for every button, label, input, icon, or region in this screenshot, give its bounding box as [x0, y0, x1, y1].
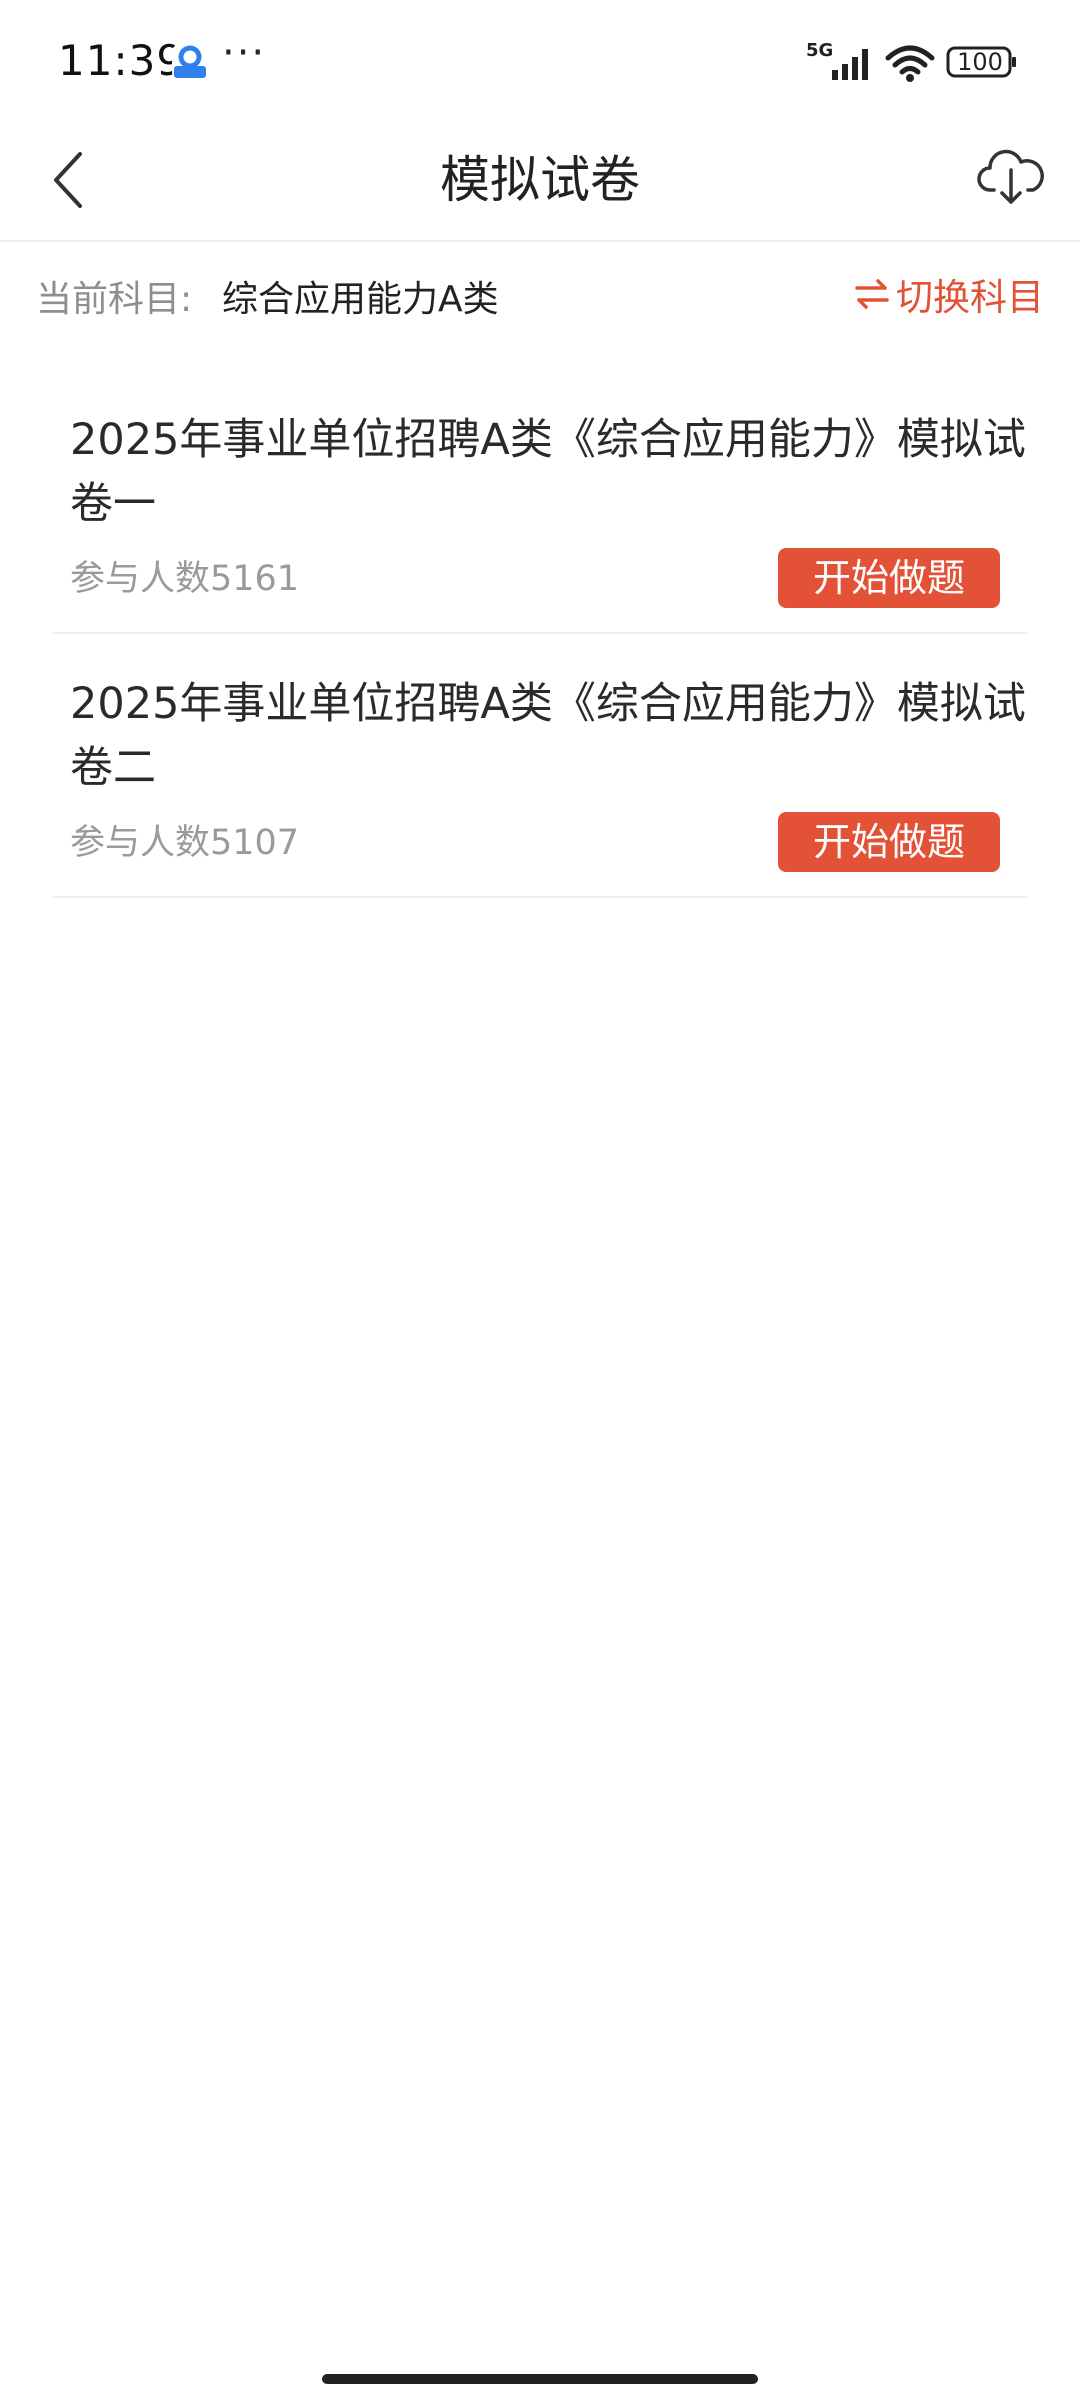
- page-title: 模拟试卷: [440, 151, 640, 209]
- switch-subject-label: 切换科目: [896, 276, 1044, 319]
- home-indicator[interactable]: [322, 2374, 758, 2384]
- more-notifications-icon: ···: [222, 30, 267, 76]
- list-item[interactable]: 2025年事业单位招聘A类《综合应用能力》模拟试卷一 参与人数5161 开始做题: [52, 370, 1028, 634]
- exam-title: 2025年事业单位招聘A类《综合应用能力》模拟试卷一: [70, 415, 1026, 529]
- app-notification-icon: [172, 44, 208, 80]
- subject-bar: 当前科目: 综合应用能力A类 切换科目: [0, 242, 1080, 346]
- swap-arrows-icon: [855, 279, 889, 309]
- battery-level: 100: [957, 48, 1003, 76]
- cloud-download-icon[interactable]: [976, 140, 1046, 210]
- status-time: 11:39: [58, 36, 185, 85]
- wifi-icon: [885, 45, 935, 82]
- subject-label: 当前科目:: [36, 279, 193, 320]
- signal-icon: [832, 49, 868, 80]
- participant-count: 参与人数5161: [70, 559, 300, 599]
- start-exam-button[interactable]: 开始做题: [778, 812, 1000, 872]
- exam-list: 2025年事业单位招聘A类《综合应用能力》模拟试卷一 参与人数5161 开始做题…: [52, 370, 1028, 898]
- exam-title: 2025年事业单位招聘A类《综合应用能力》模拟试卷二: [70, 679, 1026, 793]
- current-subject: 综合应用能力A类: [222, 279, 499, 320]
- status-bar: 11:39 ··· 5G 100: [0, 0, 1080, 120]
- list-item[interactable]: 2025年事业单位招聘A类《综合应用能力》模拟试卷二 参与人数5107 开始做题: [52, 634, 1028, 898]
- start-exam-button[interactable]: 开始做题: [778, 548, 1000, 608]
- switch-subject-button[interactable]: 切换科目: [854, 266, 1044, 322]
- participant-count: 参与人数5107: [70, 823, 300, 863]
- app-header: 模拟试卷: [0, 120, 1080, 242]
